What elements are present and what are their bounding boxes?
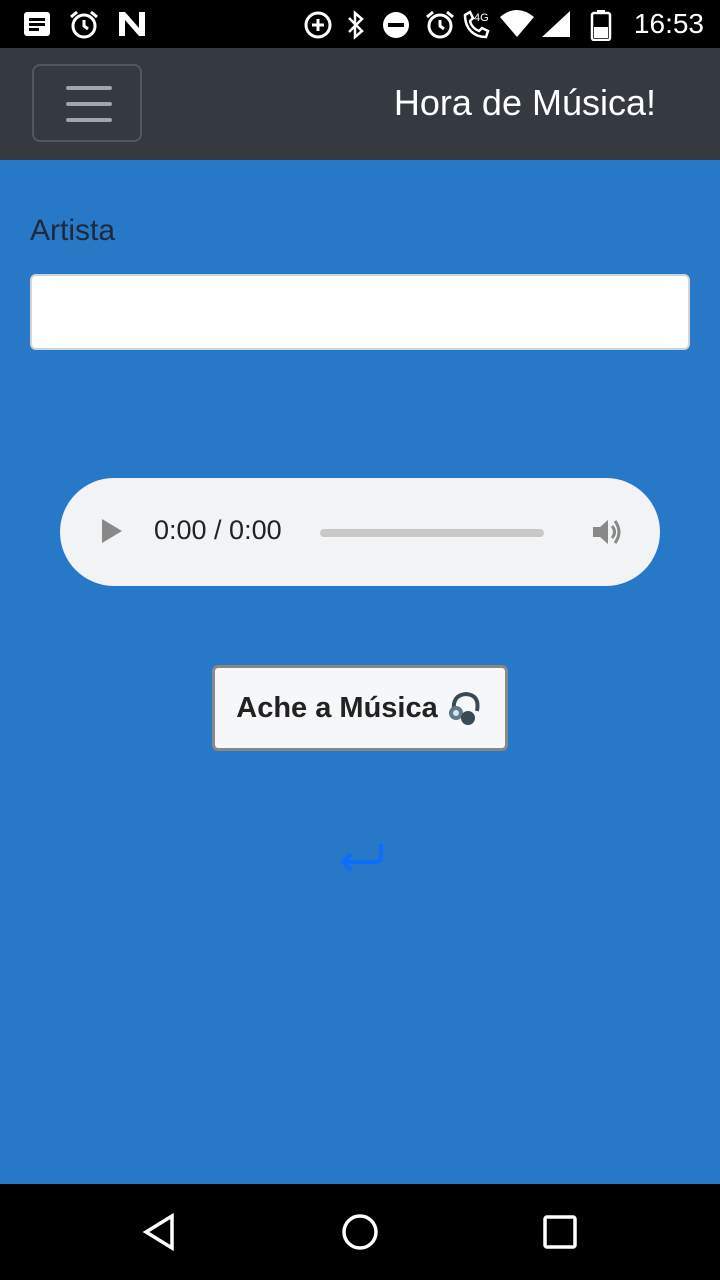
find-music-button[interactable]: Ache a Música: [212, 665, 508, 751]
find-music-label: Ache a Música: [236, 691, 438, 724]
menu-toggle-button[interactable]: [32, 64, 142, 142]
back-icon[interactable]: [140, 1212, 180, 1252]
data-saver-icon: [304, 11, 332, 39]
audio-player: 0:00 / 0:00: [60, 478, 660, 586]
bluetooth-icon: [348, 10, 364, 40]
signal-icon: [542, 11, 570, 37]
artist-input[interactable]: [30, 274, 690, 350]
return-arrow-icon[interactable]: [335, 840, 387, 876]
navbar: Hora de Música!: [0, 48, 720, 160]
wifi-call-icon: 4G: [463, 10, 490, 39]
do-not-disturb-icon: [383, 12, 409, 38]
n-app-icon: [119, 12, 145, 36]
app-title[interactable]: Hora de Música!: [394, 82, 656, 124]
network-type-label: 4G: [474, 12, 489, 24]
alarm-icon-2: [426, 10, 454, 39]
headphones-icon: [448, 691, 480, 725]
play-icon[interactable]: [102, 519, 122, 543]
wifi-icon: [500, 10, 534, 37]
audio-progress-bar[interactable]: [320, 529, 544, 537]
battery-icon: [590, 10, 612, 41]
alarm-icon: [70, 10, 98, 39]
audio-time: 0:00 / 0:00: [154, 515, 282, 545]
volume-icon[interactable]: [590, 514, 626, 550]
status-bar: 4G 16:53: [0, 0, 720, 48]
recents-icon[interactable]: [540, 1212, 580, 1252]
notes-icon: [24, 12, 50, 36]
system-navigation-bar: [0, 1184, 720, 1280]
home-icon[interactable]: [340, 1212, 380, 1252]
clock: 16:53: [633, 8, 704, 39]
artist-label: Artista: [30, 214, 116, 247]
